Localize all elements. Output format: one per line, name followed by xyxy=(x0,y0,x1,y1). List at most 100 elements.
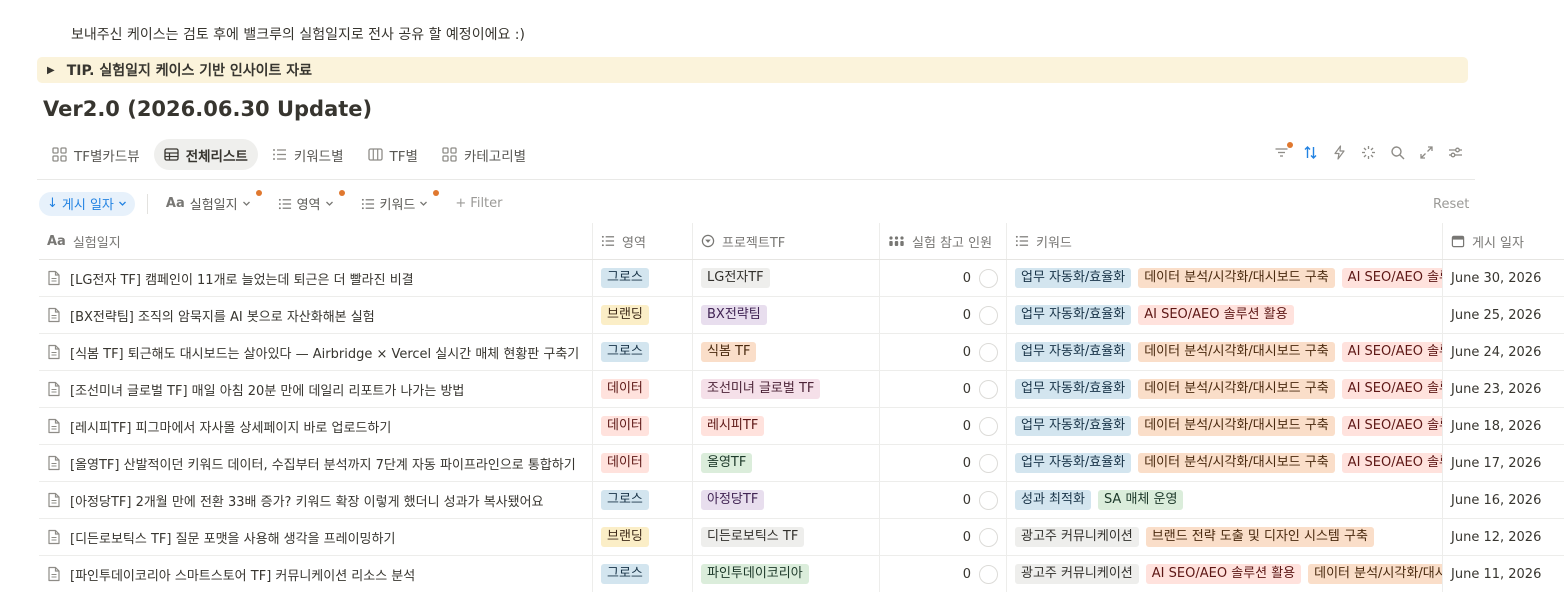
row-area-cell[interactable]: 데이터 xyxy=(593,445,693,481)
row-date-cell[interactable]: June 12, 2026 xyxy=(1443,519,1564,555)
row-keyword-cell[interactable]: 업무 자동화/효율화 데이터 분석/시각화/대시보드 구축 AI SEO/AEO 솔… xyxy=(1007,445,1443,481)
row-tf-cell[interactable]: 조선미녀 글로벌 TF xyxy=(693,371,880,407)
row-area-cell[interactable]: 그로스 xyxy=(593,334,693,370)
column-header-keyword[interactable]: 키워드 xyxy=(1007,223,1443,259)
page-icon xyxy=(48,344,60,360)
row-tf-cell[interactable]: 디든로보틱스 TF xyxy=(693,519,880,555)
keyword-tag: 데이터 분석/시각화/대시보드 구축 xyxy=(1308,564,1442,584)
column-header-project-tf[interactable]: 프로젝트TF xyxy=(693,223,880,259)
row-keyword-cell[interactable]: 업무 자동화/효율화 데이터 분석/시각화/대시보드 구축 AI SEO/AEO 솔… xyxy=(1007,408,1443,444)
row-date-cell[interactable]: June 23, 2026 xyxy=(1443,371,1564,407)
row-tf-cell[interactable]: 식봄 TF xyxy=(693,334,880,370)
column-header-date[interactable]: 게시 일자 xyxy=(1443,223,1564,259)
row-area-cell[interactable]: 그로스 xyxy=(593,556,693,592)
row-area-cell[interactable]: 데이터 xyxy=(593,371,693,407)
filter-chip-area[interactable]: 영역 xyxy=(278,190,345,213)
table-row[interactable]: [파인투데이코리아 스마트스토어 TF] 커뮤니케이션 리소스 분석 그로스 파인투… xyxy=(39,556,1564,592)
row-tf-cell[interactable]: 아정당TF xyxy=(693,482,880,518)
row-people-cell[interactable]: 0 xyxy=(880,297,1007,333)
tf-tag: 디든로보틱스 TF xyxy=(701,527,805,547)
table-row[interactable]: [LG전자 TF] 캠페인이 11개로 늘었는데 퇴근은 더 빨라진 비결 그로스… xyxy=(39,260,1564,297)
table-row[interactable]: [BX전략팀] 조직의 암묵지를 AI 봇으로 자산화해본 실험 브랜딩 BX전략팀… xyxy=(39,297,1564,334)
tab-label: TF별 xyxy=(389,148,418,165)
row-people-cell[interactable]: 0 xyxy=(880,260,1007,296)
row-title-cell[interactable]: [조선미녀 글로벌 TF] 매일 아침 20분 만에 데일리 리포트가 나가는 … xyxy=(39,371,593,407)
row-area-cell[interactable]: 브랜딩 xyxy=(593,297,693,333)
row-date-cell[interactable]: June 17, 2026 xyxy=(1443,445,1564,481)
keyword-tag: 업무 자동화/효율화 xyxy=(1015,416,1132,436)
row-date-cell[interactable]: June 30, 2026 xyxy=(1443,260,1564,296)
row-title-cell[interactable]: [LG전자 TF] 캠페인이 11개로 늘었는데 퇴근은 더 빨라진 비결 xyxy=(39,260,593,296)
row-keyword-cell[interactable]: 광고주 커뮤니케이션 브랜드 전략 도출 및 디자인 시스템 구축 xyxy=(1007,519,1443,555)
column-header-people[interactable]: 실험 참고 인원 xyxy=(880,223,1007,259)
column-header-area[interactable]: 영역 xyxy=(593,223,693,259)
people-count: 0 xyxy=(962,529,971,545)
row-keyword-cell[interactable]: 업무 자동화/효율화 데이터 분석/시각화/대시보드 구축 AI SEO/AEO 솔… xyxy=(1007,371,1443,407)
keyword-tag: 데이터 분석/시각화/대시보드 구축 xyxy=(1138,416,1335,436)
filter-chip-keyword[interactable]: 키워드 xyxy=(361,190,440,213)
table-row[interactable]: [디든로보틱스 TF] 질문 포맷을 사용해 생각을 프레이밍하기 브랜딩 디든로보… xyxy=(39,519,1564,556)
table-row[interactable]: [식봄 TF] 퇴근해도 대시보드는 살아있다 — Airbridge × Ve… xyxy=(39,334,1564,371)
expand-icon[interactable] xyxy=(1418,144,1435,161)
row-tf-cell[interactable]: 올영TF xyxy=(693,445,880,481)
row-people-cell[interactable]: 0 xyxy=(880,408,1007,444)
tab-full-list[interactable]: 전체리스트 xyxy=(153,139,258,170)
people-avatar-placeholder xyxy=(979,305,998,325)
row-keyword-cell[interactable]: 업무 자동화/효율화 데이터 분석/시각화/대시보드 구축 AI SEO/AEO 솔… xyxy=(1007,260,1443,296)
add-filter-button[interactable]: + Filter xyxy=(455,196,502,211)
row-title-cell[interactable]: [디든로보틱스 TF] 질문 포맷을 사용해 생각을 프레이밍하기 xyxy=(39,519,593,555)
table-row[interactable]: [조선미녀 글로벌 TF] 매일 아침 20분 만에 데일리 리포트가 나가는 … xyxy=(39,371,1564,408)
row-date-cell[interactable]: June 11, 2026 xyxy=(1443,556,1564,592)
row-keyword-cell[interactable]: 업무 자동화/효율화 AI SEO/AEO 솔루션 활용 xyxy=(1007,297,1443,333)
row-title-cell[interactable]: [아정당TF] 2개월 만에 전환 33배 증가? 키워드 확장 이렇게 했더니… xyxy=(39,482,593,518)
row-people-cell[interactable]: 0 xyxy=(880,556,1007,592)
row-title-cell[interactable]: [레시피TF] 피그마에서 자사몰 상세페이지 바로 업로드하기 xyxy=(39,408,593,444)
row-date-cell[interactable]: June 16, 2026 xyxy=(1443,482,1564,518)
table-row[interactable]: [올영TF] 산발적이던 키워드 데이터, 수집부터 분석까지 7단계 자동 파… xyxy=(39,445,1564,482)
row-tf-cell[interactable]: 파인투데이코리아 xyxy=(693,556,880,592)
settings-sliders-icon[interactable] xyxy=(1447,144,1464,161)
row-area-cell[interactable]: 그로스 xyxy=(593,482,693,518)
sort-chip[interactable]: ↓ 게시 일자 xyxy=(39,191,135,216)
row-people-cell[interactable]: 0 xyxy=(880,482,1007,518)
row-people-cell[interactable]: 0 xyxy=(880,371,1007,407)
column-header-log[interactable]: Aa 실험일지 xyxy=(39,223,593,259)
sort-icon[interactable] xyxy=(1302,144,1319,161)
row-tf-cell[interactable]: LG전자TF xyxy=(693,260,880,296)
row-area-cell[interactable]: 그로스 xyxy=(593,260,693,296)
row-people-cell[interactable]: 0 xyxy=(880,519,1007,555)
automation-icon[interactable] xyxy=(1331,144,1348,161)
people-avatar-placeholder xyxy=(979,379,998,399)
row-area-cell[interactable]: 데이터 xyxy=(593,408,693,444)
row-people-cell[interactable]: 0 xyxy=(880,445,1007,481)
row-tf-cell[interactable]: 레시피TF xyxy=(693,408,880,444)
chevron-down-icon xyxy=(118,201,126,206)
row-date-cell[interactable]: June 25, 2026 xyxy=(1443,297,1564,333)
row-keyword-cell[interactable]: 성과 최적화 SA 매체 운영 xyxy=(1007,482,1443,518)
reset-button[interactable]: Reset xyxy=(1433,197,1469,212)
tab-by-keyword[interactable]: 키워드별 xyxy=(262,139,354,170)
table-row[interactable]: [아정당TF] 2개월 만에 전환 33배 증가? 키워드 확장 이렇게 했더니… xyxy=(39,482,1564,519)
table-row[interactable]: [레시피TF] 피그마에서 자사몰 상세페이지 바로 업로드하기 데이터 레시피TF… xyxy=(39,408,1564,445)
row-date-cell[interactable]: June 18, 2026 xyxy=(1443,408,1564,444)
row-keyword-cell[interactable]: 업무 자동화/효율화 데이터 분석/시각화/대시보드 구축 AI SEO/AEO 솔… xyxy=(1007,334,1443,370)
ai-sparkle-icon[interactable] xyxy=(1360,144,1377,161)
tip-toggle[interactable]: ▶ TIP. 실험일지 케이스 기반 인사이트 자료 xyxy=(37,57,1468,83)
row-keyword-cell[interactable]: 광고주 커뮤니케이션 AI SEO/AEO 솔루션 활용 데이터 분석/시각화/대시… xyxy=(1007,556,1443,592)
filter-chip-log[interactable]: Aa 실험일지 xyxy=(166,190,262,213)
row-title-cell[interactable]: [BX전략팀] 조직의 암묵지를 AI 봇으로 자산화해본 실험 xyxy=(39,297,593,333)
row-area-cell[interactable]: 브랜딩 xyxy=(593,519,693,555)
row-title-cell[interactable]: [식봄 TF] 퇴근해도 대시보드는 살아있다 — Airbridge × Ve… xyxy=(39,334,593,370)
keyword-tag: 광고주 커뮤니케이션 xyxy=(1015,527,1139,547)
row-title-cell[interactable]: [올영TF] 산발적이던 키워드 데이터, 수집부터 분석까지 7단계 자동 파… xyxy=(39,445,593,481)
filter-icon[interactable] xyxy=(1273,142,1293,161)
row-date-cell[interactable]: June 24, 2026 xyxy=(1443,334,1564,370)
tab-by-category[interactable]: 카테고리별 xyxy=(432,139,536,170)
row-people-cell[interactable]: 0 xyxy=(880,334,1007,370)
tab-by-tf[interactable]: TF별 xyxy=(358,139,428,170)
toggle-arrow-icon[interactable]: ▶ xyxy=(47,65,55,76)
search-icon[interactable] xyxy=(1389,144,1406,161)
row-tf-cell[interactable]: BX전략팀 xyxy=(693,297,880,333)
row-title-cell[interactable]: [파인투데이코리아 스마트스토어 TF] 커뮤니케이션 리소스 분석 xyxy=(39,556,593,592)
tab-tf-card-view[interactable]: TF별카드뷰 xyxy=(42,139,150,170)
